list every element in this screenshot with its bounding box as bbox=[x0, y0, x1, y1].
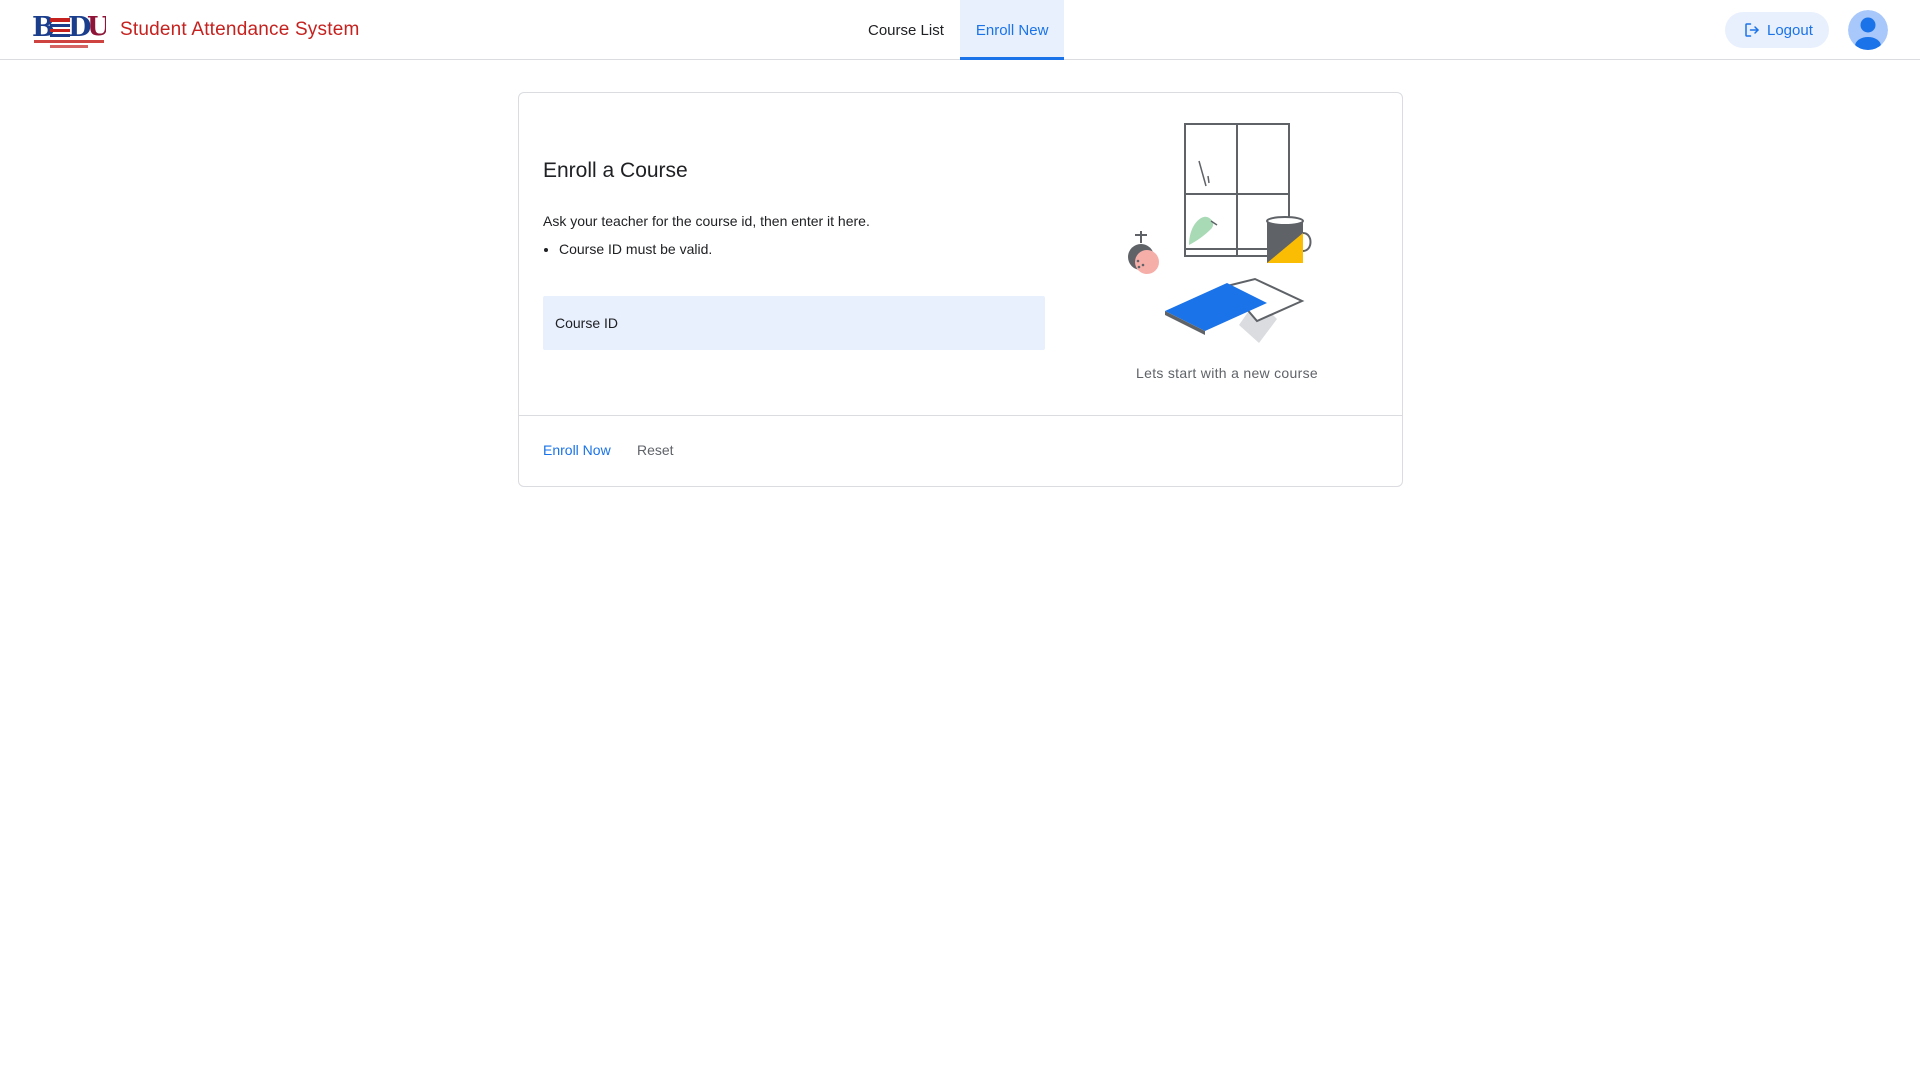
university-logo-icon: B D U bbox=[32, 12, 106, 48]
card-actions: Enroll Now Reset bbox=[519, 416, 1402, 488]
enroll-course-card: Enroll a Course Ask your teacher for the… bbox=[518, 92, 1403, 487]
reset-button[interactable]: Reset bbox=[637, 442, 674, 458]
svg-text:U: U bbox=[87, 12, 106, 42]
main-tabs: Course List Enroll New bbox=[852, 0, 1065, 60]
brand: B D U Student Attendance System bbox=[32, 9, 360, 51]
logout-button[interactable]: Logout bbox=[1725, 12, 1829, 48]
card-description: Ask your teacher for the course id, then… bbox=[543, 213, 870, 229]
rule-item: Course ID must be valid. bbox=[559, 241, 712, 257]
svg-text:B: B bbox=[32, 12, 55, 43]
card-body: Enroll a Course Ask your teacher for the… bbox=[519, 93, 1402, 415]
study-desk-illustration bbox=[1128, 123, 1312, 343]
card-title: Enroll a Course bbox=[543, 159, 688, 182]
app-title: Student Attendance System bbox=[120, 19, 360, 40]
course-id-label: Course ID bbox=[555, 315, 619, 331]
logout-icon bbox=[1743, 21, 1761, 39]
account-avatar-icon[interactable] bbox=[1848, 10, 1888, 50]
tab-course-list[interactable]: Course List bbox=[852, 0, 960, 60]
course-id-field[interactable]: Course ID bbox=[543, 296, 1045, 350]
tab-enroll-new[interactable]: Enroll New bbox=[959, 0, 1065, 60]
rules-list: Course ID must be valid. bbox=[543, 241, 712, 257]
logout-label: Logout bbox=[1767, 21, 1813, 39]
top-app-bar: B D U Student Attendance System Course L… bbox=[0, 0, 1920, 60]
enroll-now-button[interactable]: Enroll Now bbox=[543, 442, 611, 458]
illustration-caption: Lets start with a new course bbox=[1136, 365, 1318, 381]
